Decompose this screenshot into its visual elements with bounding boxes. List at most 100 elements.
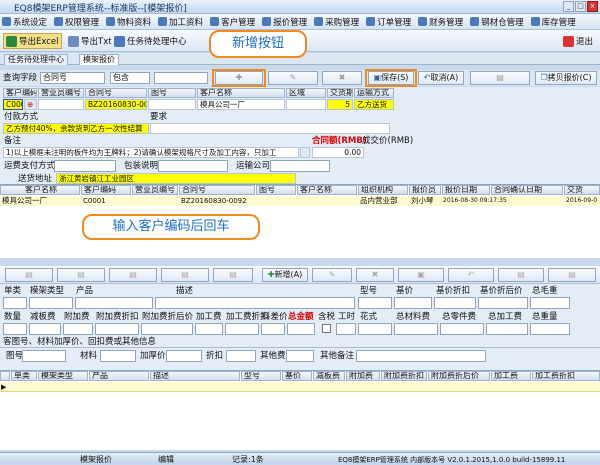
exit-button[interactable]: 退出	[563, 33, 593, 49]
total-material-input[interactable]	[394, 323, 438, 335]
salesman-input[interactable]	[38, 99, 84, 110]
model-input[interactable]	[358, 297, 392, 309]
work-hours-input[interactable]	[336, 323, 356, 335]
table-row[interactable]: 模具公司一厂 C0001 BZ20160830-0092 品内营业部 刘小琴 2…	[0, 196, 600, 206]
minimize-icon[interactable]: _	[563, 1, 574, 12]
processing-discount-input[interactable]	[225, 323, 259, 335]
surcharge-input[interactable]	[63, 323, 93, 335]
label-tax-included: 含税	[318, 312, 336, 322]
material-field[interactable]	[100, 350, 136, 362]
tab-mold-quote[interactable]: 模架报价	[79, 54, 119, 65]
export-txt-button[interactable]: 导出Txt	[68, 33, 112, 49]
menu-item-materials[interactable]: 物料资料	[106, 16, 151, 28]
grid1-header-drawing-no: 图号	[256, 185, 296, 195]
table-row[interactable]: ▶	[0, 382, 600, 392]
drawing-no-field[interactable]	[22, 350, 66, 362]
close-icon[interactable]: x	[587, 1, 598, 12]
maximize-icon[interactable]: □	[575, 1, 586, 12]
grid2-header-model: 型号	[241, 371, 281, 381]
tax-included-checkbox[interactable]	[322, 324, 331, 333]
gross-weight-input[interactable]	[530, 297, 570, 309]
detail-tool-7[interactable]: ▤	[548, 268, 596, 282]
remark-more-icon[interactable]	[300, 147, 310, 158]
requirement-input[interactable]	[150, 123, 390, 134]
surcharge-after-input[interactable]	[141, 323, 193, 335]
order-type-input[interactable]	[3, 297, 27, 309]
menu-item-permissions[interactable]: 权限管理	[54, 16, 99, 28]
remark-input[interactable]: 1)以上模框未注明的板件均为王牌料；2)请确认模架规格尺寸及加工内容，只加工	[3, 147, 299, 158]
carrier-input[interactable]	[270, 160, 330, 172]
mold-type-input[interactable]	[29, 297, 73, 309]
plate-reduction-input[interactable]	[29, 323, 61, 335]
detail-tool-3[interactable]: ▤	[109, 268, 157, 282]
detail-save-button[interactable]: ▣	[398, 268, 444, 282]
thicken-price-field[interactable]	[166, 350, 202, 362]
detail-tool-1[interactable]: ▤	[5, 268, 53, 282]
total-parts-input[interactable]	[440, 323, 484, 335]
menu-item-steel-warehouse[interactable]: 钢材仓管理	[470, 16, 524, 28]
address-input[interactable]: 浙江黄岩镇江工业园区	[56, 173, 296, 184]
detail-tool-5[interactable]: ▤	[213, 268, 253, 282]
printer-icon: ▤	[496, 73, 504, 82]
cancel-button[interactable]: ↶取消(A)	[418, 71, 464, 85]
detail-tool-6[interactable]: ▤	[498, 268, 544, 282]
delete-button[interactable]: ✖	[322, 71, 362, 85]
detail-tool-4[interactable]: ▤	[161, 268, 209, 282]
export-excel-button[interactable]: 导出Excel	[3, 33, 62, 49]
surcharge-discount-input[interactable]	[95, 323, 139, 335]
description-input[interactable]	[155, 297, 355, 309]
base-after-discount-input[interactable]	[478, 297, 528, 309]
product-input[interactable]	[75, 297, 153, 309]
detail-delete-button[interactable]: ✖	[356, 268, 394, 282]
total-weight-input[interactable]	[530, 323, 570, 335]
contract-no-input[interactable]: BZ20160830-0092	[85, 99, 147, 110]
customer-name-input[interactable]: 模具公司一厂	[197, 99, 285, 110]
base-discount-input[interactable]	[434, 297, 476, 309]
packing-input[interactable]	[158, 160, 228, 172]
menu-item-quotes[interactable]: 报价管理	[262, 16, 307, 28]
menu-item-orders[interactable]: 订单管理	[366, 16, 411, 28]
edit-button[interactable]: ✎	[268, 71, 318, 85]
customer-code-input[interactable]: C0001	[3, 99, 23, 110]
total-amount-input[interactable]	[287, 323, 315, 335]
menu-item-customers[interactable]: 客户管理	[210, 16, 255, 28]
other-fee-field[interactable]	[286, 350, 314, 362]
detail-tool-2[interactable]: ▤	[57, 268, 105, 282]
print-button[interactable]: ▤	[470, 71, 530, 85]
customer-lookup-icon[interactable]: ⊕	[24, 99, 37, 110]
menu-item-processing[interactable]: 加工资料	[158, 16, 203, 28]
menu-item-system[interactable]: 系统设定	[2, 16, 47, 28]
payment-input[interactable]: 乙方预付40%，余款货到乙方一次性结算	[3, 123, 149, 134]
task-center-button[interactable]: 任务待处理中心	[114, 33, 187, 49]
material-diff-input[interactable]	[261, 323, 285, 335]
menu-item-purchasing[interactable]: 采购管理	[314, 16, 359, 28]
query-value-input[interactable]	[154, 72, 208, 84]
menu-item-inventory[interactable]: 库存管理	[530, 16, 576, 28]
delivery-input[interactable]: 5	[327, 99, 353, 110]
pattern-input[interactable]	[358, 323, 392, 335]
row-cell-customer-code: C0001	[83, 197, 106, 205]
region-header: 区域	[286, 88, 326, 98]
splitter[interactable]	[0, 258, 600, 266]
detail-edit-button[interactable]: ✎	[312, 268, 352, 282]
detail-cancel-button[interactable]: ↶	[448, 268, 494, 282]
other-remark-field[interactable]	[356, 350, 486, 362]
processing-fee-input[interactable]	[195, 323, 223, 335]
detail-add-button[interactable]: ✚新增(A)	[262, 268, 308, 282]
total-processing-input[interactable]	[486, 323, 528, 335]
discount-field[interactable]	[226, 350, 256, 362]
freight-pay-select[interactable]	[54, 160, 116, 172]
tab-task-center[interactable]: 任务待处理中心	[4, 54, 68, 65]
base-price-input[interactable]	[394, 297, 432, 309]
region-input[interactable]	[286, 99, 326, 110]
drawing-no-input[interactable]	[148, 99, 196, 110]
query-op-select[interactable]: 包含	[110, 72, 150, 84]
quantity-input[interactable]	[3, 323, 27, 335]
copy-quote-button[interactable]: ❐拷贝报价(C)	[535, 71, 597, 85]
transport-select[interactable]: 乙方送货	[354, 99, 394, 110]
menu-item-finance[interactable]: 财务管理	[418, 16, 463, 28]
deal-price-input[interactable]: 0.00	[312, 147, 364, 158]
grid1-header-quote-date: 报价日期	[442, 185, 490, 195]
query-field-select[interactable]: 合同号	[40, 72, 105, 84]
row-cell-delivery: 2016-09-0	[566, 197, 598, 204]
